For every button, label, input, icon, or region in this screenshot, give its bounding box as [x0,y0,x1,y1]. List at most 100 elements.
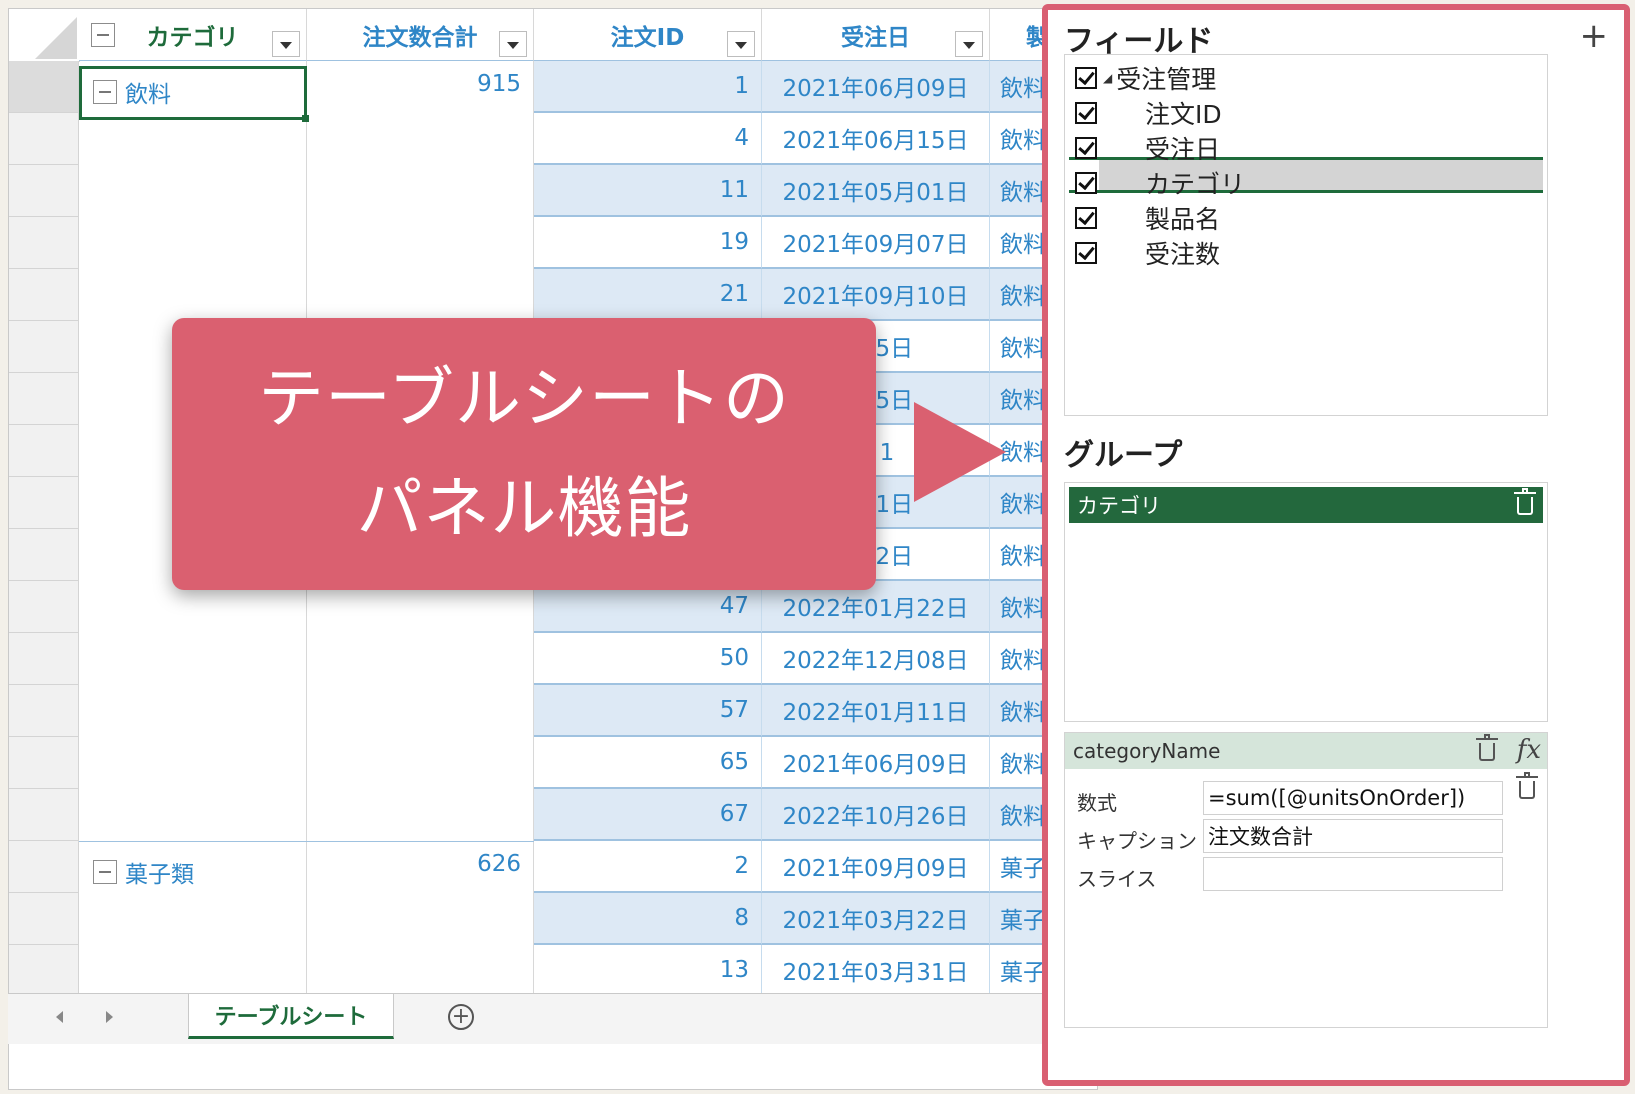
row-header[interactable] [9,789,79,841]
checkbox-checked-icon[interactable] [1075,207,1097,229]
order-date-cell[interactable]: 2021年06月09日 [762,61,990,113]
order-date-cell[interactable]: 2022年12月08日 [762,633,990,685]
order-date-cell[interactable]: 2021年03月22日 [762,893,990,945]
filter-dropdown-icon[interactable] [499,31,527,57]
filter-dropdown-icon[interactable] [955,31,983,57]
order-id-cell[interactable]: 1 [534,61,762,113]
row-header[interactable] [9,269,79,321]
field-item[interactable]: 受注数 [1075,236,1220,270]
column-header-total-label: 注文数合計 [362,24,478,51]
order-id-cell[interactable]: 21 [534,269,762,321]
tab-scroll-right-icon[interactable] [106,1011,113,1023]
filter-dropdown-icon[interactable] [727,31,755,57]
order-id-cell[interactable]: 19 [534,217,762,269]
add-field-icon[interactable]: + [1580,16,1609,56]
checkbox-checked-icon[interactable] [1075,137,1097,159]
order-id-cell[interactable]: 8 [534,893,762,945]
order-id-cell[interactable]: 13 [534,945,762,997]
trash-icon[interactable] [1516,772,1538,799]
column-header-order-id-label: 注文ID [610,24,685,51]
field-label: 注文ID [1145,100,1222,129]
row-header[interactable] [9,633,79,685]
column-header-category-label: カテゴリ [146,24,239,51]
order-date-cell[interactable]: 2021年09月07日 [762,217,990,269]
row-header[interactable] [9,529,79,581]
field-list: ◢ 受注管理注文ID 受注日カテゴリ製品名 受注数 [1064,54,1548,416]
field-label: 製品名 [1145,205,1221,234]
column-header-total[interactable]: 注文数合計 [307,9,534,61]
group-chip-category[interactable]: カテゴリ [1069,487,1543,523]
order-id-cell[interactable]: 4 [534,113,762,165]
field-item[interactable]: カテゴリ [1075,166,1245,200]
field-item[interactable]: ◢ 受注管理 [1075,61,1216,95]
collapse-group-icon[interactable] [93,860,117,884]
callout-line-1: テーブルシートの [257,360,791,437]
field-item[interactable]: 注文ID [1075,96,1222,130]
order-date-cell[interactable]: 2022年01月11日 [762,685,990,737]
checkbox-checked-icon[interactable] [1075,242,1097,264]
row-header[interactable] [9,581,79,633]
order-date-cell[interactable]: 2021年05月01日 [762,165,990,217]
checkbox-checked-icon[interactable] [1075,67,1097,89]
order-id-cell[interactable]: 2 [534,841,762,893]
caption-label: キャプション [1077,829,1197,853]
order-date-cell[interactable]: 2021年03月31日 [762,945,990,997]
order-date-cell[interactable]: 2021年06月15日 [762,113,990,165]
row-header[interactable] [9,113,79,165]
add-sheet-icon[interactable]: + [448,1004,474,1030]
function-icon[interactable]: fx [1517,735,1541,765]
row-header[interactable] [9,217,79,269]
row-header[interactable] [9,165,79,217]
group-drop-area[interactable]: カテゴリ [1064,482,1548,722]
column-header-order-date[interactable]: 受注日 [762,9,990,61]
order-id-cell[interactable]: 57 [534,685,762,737]
app-screen: カテゴリ 注文数合計 注文ID 受注日 製 1 2021年06月09日 飲料 4 202… [0,0,1635,1094]
collapse-all-icon[interactable] [91,23,115,47]
row-header[interactable] [9,321,79,373]
side-panel: フィールド + ◢ 受注管理 注文ID 受注日 カテゴリ 製品名 受注数 グループ カテゴリ… [1042,4,1630,1086]
group-category-cell[interactable]: 菓子類 [79,841,307,997]
slice-field[interactable] [1203,857,1503,891]
field-label: カテゴリ [1145,170,1246,199]
tree-expand-icon[interactable]: ◢ [1103,71,1112,85]
column-header-category[interactable]: カテゴリ [79,9,307,61]
filter-dropdown-icon[interactable] [272,31,300,57]
tab-scroll-left-icon[interactable] [56,1011,63,1023]
row-header[interactable] [9,737,79,789]
tab-table-sheet[interactable]: テーブルシート [188,994,394,1039]
row-header[interactable] [9,373,79,425]
row-header[interactable] [9,477,79,529]
callout-banner: テーブルシートの パネル機能 [172,318,876,590]
formula-label: 数式 [1077,791,1117,815]
order-date-cell[interactable]: 2022年10月26日 [762,789,990,841]
group-total-cell[interactable]: 626 [307,841,534,997]
order-date-cell[interactable]: 2021年09月10日 [762,269,990,321]
group-section-title: グループ [1064,438,1183,473]
select-all-corner[interactable] [9,9,80,62]
order-date-cell[interactable]: 2021年09月09日 [762,841,990,893]
row-header[interactable] [9,841,79,893]
field-item[interactable]: 受注日 [1075,131,1220,165]
order-id-cell[interactable]: 65 [534,737,762,789]
row-header[interactable] [9,945,79,997]
checkbox-checked-icon[interactable] [1075,172,1097,194]
row-header[interactable] [9,685,79,737]
trash-icon[interactable] [1476,734,1498,761]
trash-icon[interactable] [1514,488,1536,515]
caption-field[interactable]: 注文数合計 [1203,819,1503,853]
order-id-cell[interactable]: 67 [534,789,762,841]
field-item[interactable]: 製品名 [1075,201,1220,235]
sheet-tab-bar: テーブルシート + [8,993,1096,1044]
row-header[interactable] [9,893,79,945]
row-header[interactable] [9,425,79,477]
row-headers [9,61,79,997]
row-header[interactable] [9,61,79,113]
group-label: 菓子類 [93,855,194,889]
order-id-cell[interactable]: 50 [534,633,762,685]
callout-arrow-icon [914,402,1006,502]
formula-field[interactable]: =sum([@unitsOnOrder]) [1203,781,1503,815]
order-date-cell[interactable]: 2021年06月09日 [762,737,990,789]
column-header-order-id[interactable]: 注文ID [534,9,762,61]
order-id-cell[interactable]: 11 [534,165,762,217]
checkbox-checked-icon[interactable] [1075,102,1097,124]
